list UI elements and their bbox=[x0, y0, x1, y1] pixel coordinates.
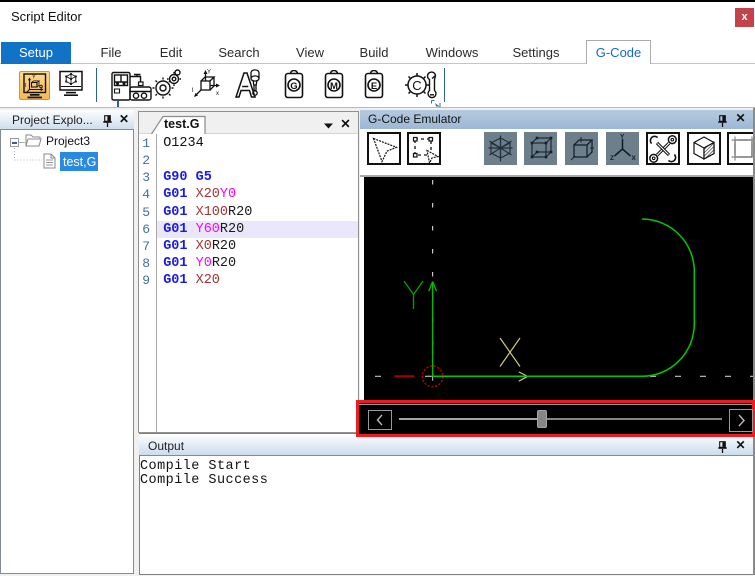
svg-text:E: E bbox=[371, 81, 377, 92]
svg-text:Y: Y bbox=[620, 133, 625, 140]
svg-text:M: M bbox=[330, 81, 338, 92]
svg-text:X: X bbox=[631, 155, 636, 162]
svg-text:Y: Y bbox=[32, 75, 36, 81]
svg-text:C: C bbox=[412, 78, 421, 93]
svg-text:Z: Z bbox=[610, 155, 614, 162]
svg-text:x: x bbox=[216, 91, 219, 97]
svg-text:G: G bbox=[290, 81, 297, 92]
svg-text:Y: Y bbox=[207, 70, 211, 76]
svg-text:I: I bbox=[192, 88, 194, 94]
svg-text:I: I bbox=[24, 83, 26, 89]
